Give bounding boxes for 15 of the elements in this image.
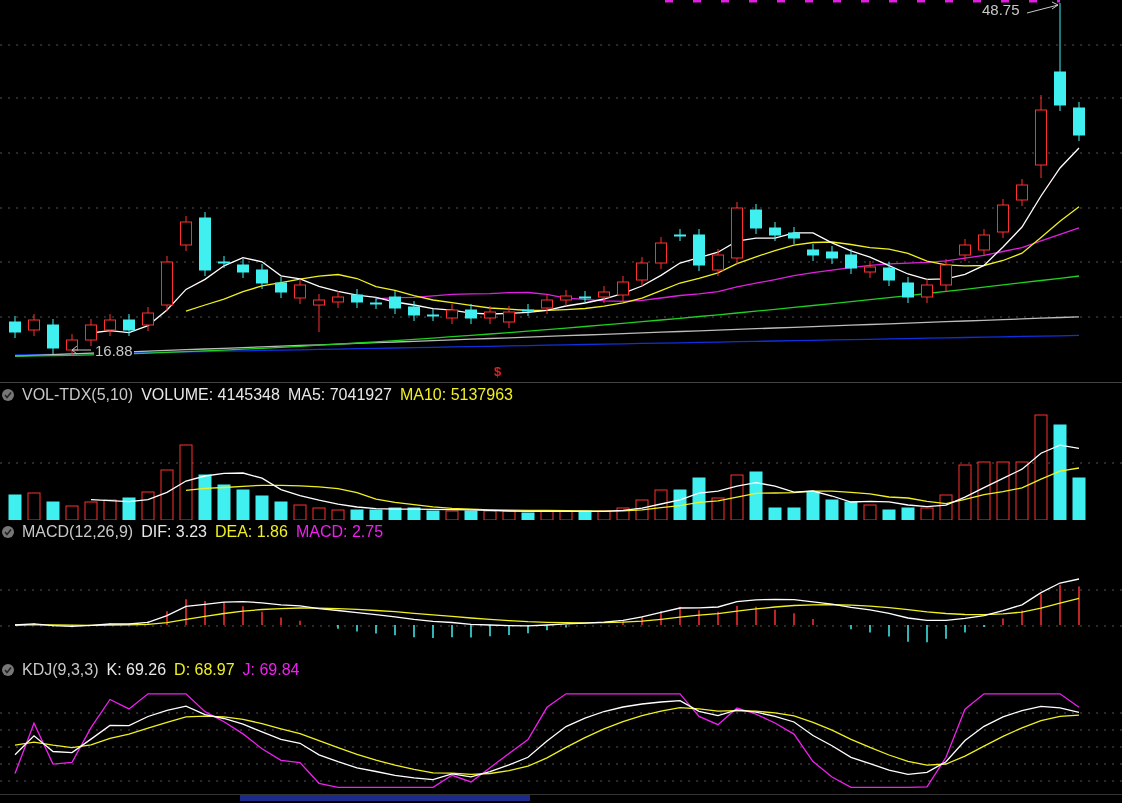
- indicator-value: DIF: 3.23: [141, 522, 207, 542]
- signal-mark: $: [494, 365, 502, 378]
- indicator-value: VOLUME: 4145348: [141, 385, 280, 405]
- high-price-label: 48.75: [982, 2, 1020, 17]
- indicator-value: D: 68.97: [174, 660, 235, 680]
- indicator-value: K: 69.26: [106, 660, 167, 680]
- indicator-name: KDJ(9,3,3): [22, 660, 99, 680]
- indicator-value: DEA: 1.86: [214, 522, 288, 542]
- low-price-label: 16.88: [94, 343, 134, 358]
- indicator-value: MACD: 2.75: [295, 522, 384, 542]
- indicator-value: MA5: 7041927: [287, 385, 392, 405]
- indicator-name: MACD(12,26,9): [22, 522, 134, 542]
- indicator-value: MA10: 5137963: [399, 385, 513, 405]
- indicator-value: J: 69.84: [242, 660, 300, 680]
- indicator-name: VOL-TDX(5,10): [22, 385, 134, 405]
